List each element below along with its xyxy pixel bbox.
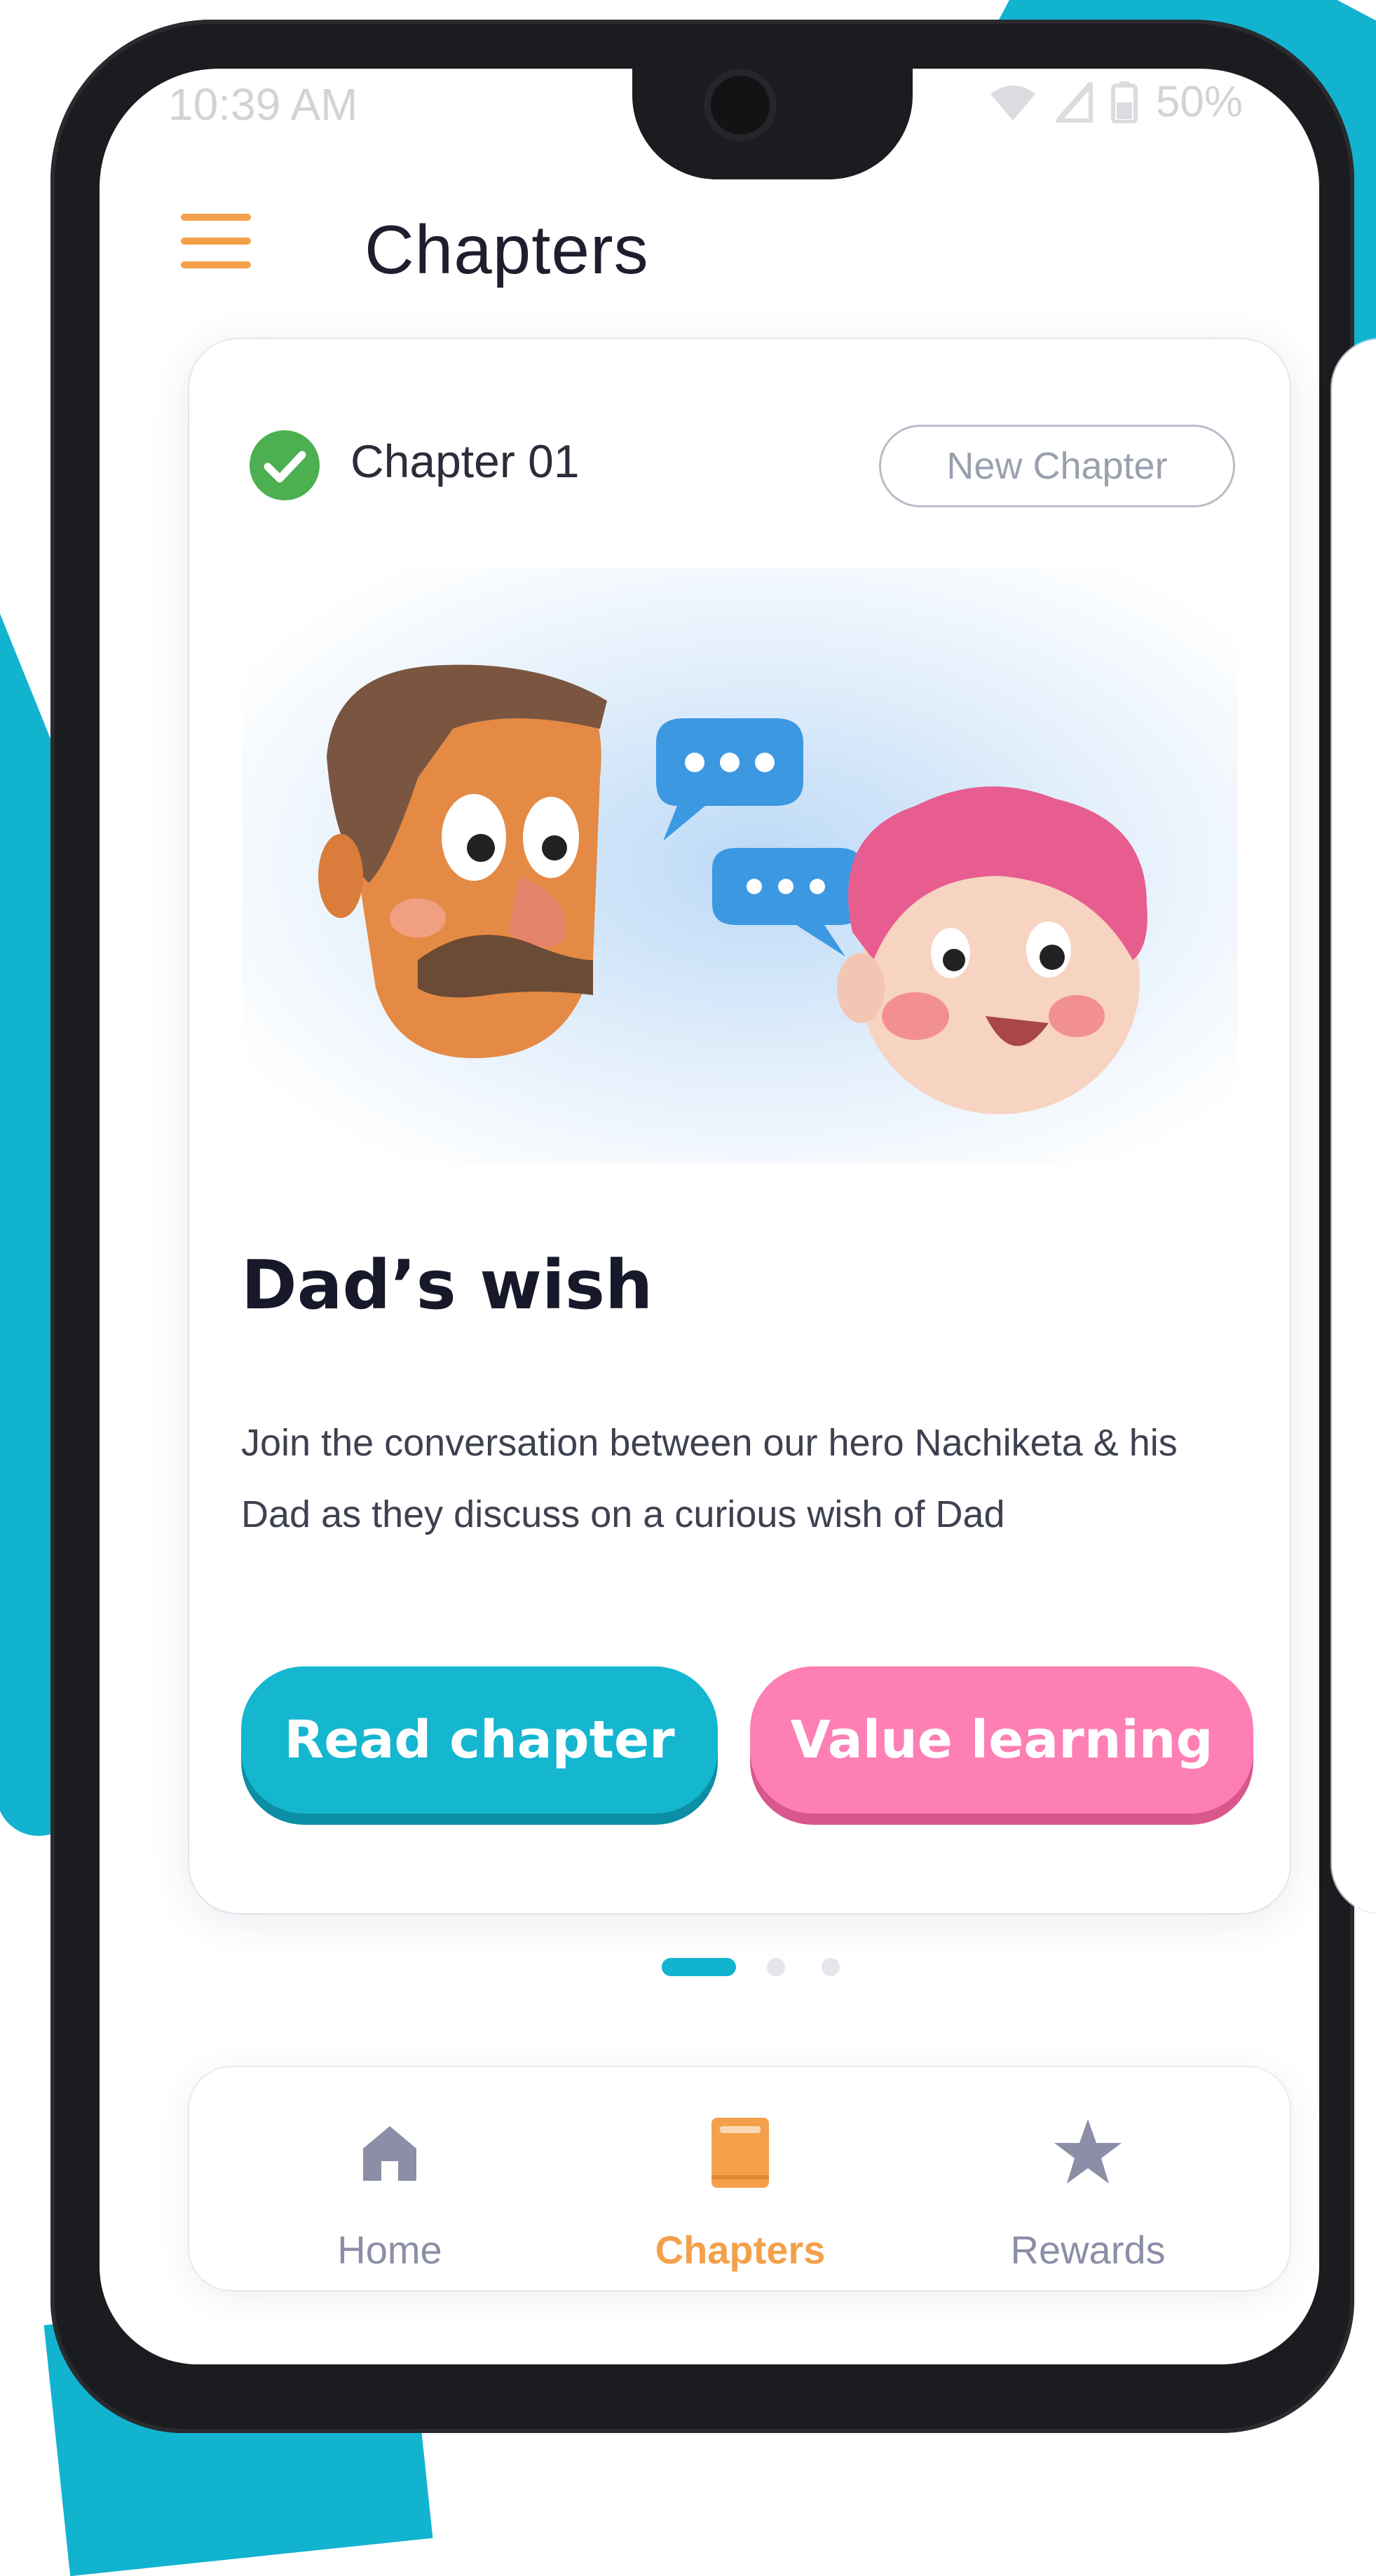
star-icon xyxy=(1054,2119,1122,2184)
signal-icon xyxy=(1056,81,1093,123)
read-chapter-button[interactable]: Read chapter xyxy=(241,1666,718,1814)
nav-item-rewards[interactable]: Rewards xyxy=(948,2074,1228,2284)
check-circle-icon xyxy=(250,430,320,500)
phone-notch xyxy=(632,69,913,179)
camera-icon xyxy=(704,69,777,142)
chapter-description: Join the conversation between our hero N… xyxy=(241,1422,1178,1535)
next-card-peek[interactable] xyxy=(1332,339,1376,1913)
value-learning-button[interactable]: Value learning xyxy=(750,1666,1253,1814)
chapter-illustration xyxy=(243,568,1238,1163)
chapter-number: Chapter 01 xyxy=(350,435,580,487)
nav-label-home: Home xyxy=(337,2228,442,2272)
status-time: 10:39 AM xyxy=(168,79,358,130)
new-chapter-badge: New Chapter xyxy=(879,425,1235,507)
pager-dot[interactable] xyxy=(767,1958,785,1976)
nav-item-home[interactable]: Home xyxy=(250,2074,530,2284)
page-title: Chapters xyxy=(365,211,649,288)
book-icon xyxy=(711,2118,769,2188)
nav-label-rewards: Rewards xyxy=(1010,2228,1166,2272)
hamburger-menu-icon[interactable] xyxy=(181,214,251,268)
nav-label-chapters: Chapters xyxy=(655,2228,826,2272)
nav-item-chapters[interactable]: Chapters xyxy=(600,2074,880,2284)
pager-dot[interactable] xyxy=(822,1958,840,1976)
wifi-icon xyxy=(990,85,1035,121)
chapter-title: Dad’s wish xyxy=(241,1246,653,1324)
pager-dot-active[interactable] xyxy=(662,1958,736,1976)
home-icon xyxy=(363,2126,416,2181)
battery-icon xyxy=(1110,81,1138,123)
battery-percent: 50% xyxy=(1155,78,1243,126)
status-icons: 50% xyxy=(988,77,1243,127)
